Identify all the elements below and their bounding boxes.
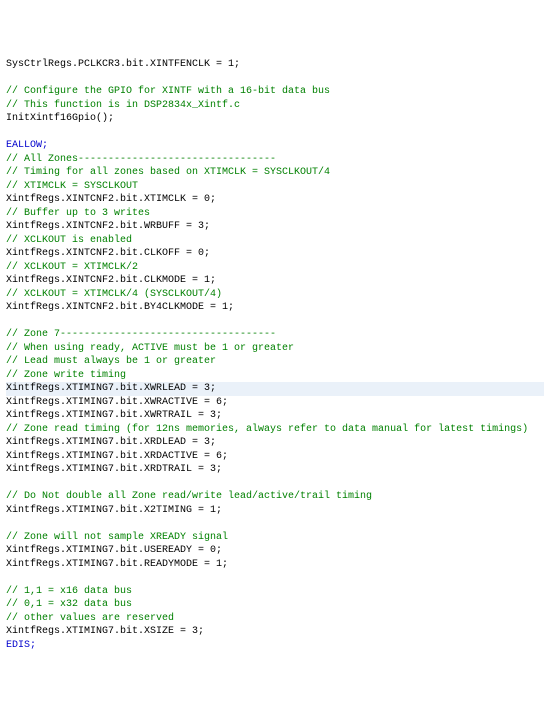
code-text [6, 518, 12, 529]
code-line: XintfRegs.XTIMING7.bit.XWRTRAIL = 3; [6, 409, 544, 423]
code-line: // Timing for all zones based on XTIMCLK… [6, 166, 544, 180]
keyword-text: EALLOW; [6, 140, 48, 151]
comment-text: // This function is in DSP2834x_Xintf.c [6, 100, 240, 111]
comment-text: // XCLKOUT is enabled [6, 235, 132, 246]
comment-text: // When using ready, ACTIVE must be 1 or… [6, 343, 294, 354]
code-line [6, 72, 544, 86]
code-line: InitXintf16Gpio(); [6, 112, 544, 126]
code-line: XintfRegs.XTIMING7.bit.XRDLEAD = 3; [6, 436, 544, 450]
code-line: XintfRegs.XTIMING7.bit.X2TIMING = 1; [6, 504, 544, 518]
code-line: // 1,1 = x16 data bus [6, 585, 544, 599]
code-line: // Zone 7-------------------------------… [6, 328, 544, 342]
comment-text: // Zone read timing (for 12ns memories, … [6, 424, 528, 435]
code-block: SysCtrlRegs.PCLKCR3.bit.XINTFENCLK = 1; … [6, 58, 544, 652]
code-line: XintfRegs.XINTCNF2.bit.BY4CLKMODE = 1; [6, 301, 544, 315]
code-line: EDIS; [6, 639, 544, 653]
code-line [6, 477, 544, 491]
code-line: // 0,1 = x32 data bus [6, 598, 544, 612]
code-line: XintfRegs.XTIMING7.bit.READYMODE = 1; [6, 558, 544, 572]
keyword-text: EDIS; [6, 640, 36, 651]
code-line: // other values are reserved [6, 612, 544, 626]
code-text: XintfRegs.XINTCNF2.bit.XTIMCLK = 0; [6, 194, 216, 205]
code-text: XintfRegs.XTIMING7.bit.X2TIMING = 1; [6, 505, 222, 516]
code-text [6, 127, 12, 138]
comment-text: // Buffer up to 3 writes [6, 208, 150, 219]
code-line: XintfRegs.XINTCNF2.bit.XTIMCLK = 0; [6, 193, 544, 207]
code-line [6, 315, 544, 329]
comment-text: // All Zones----------------------------… [6, 154, 276, 165]
code-text [6, 316, 12, 327]
code-line: SysCtrlRegs.PCLKCR3.bit.XINTFENCLK = 1; [6, 58, 544, 72]
code-text [6, 73, 12, 84]
code-line: // Configure the GPIO for XINTF with a 1… [6, 85, 544, 99]
code-text: XintfRegs.XTIMING7.bit.XSIZE = 3; [6, 626, 204, 637]
comment-text: // XTIMCLK = SYSCLKOUT [6, 181, 138, 192]
comment-text: // Do Not double all Zone read/write lea… [6, 491, 372, 502]
code-line: XintfRegs.XTIMING7.bit.XRDACTIVE = 6; [6, 450, 544, 464]
comment-text: // XCLKOUT = XTIMCLK/2 [6, 262, 138, 273]
code-line: // Lead must always be 1 or greater [6, 355, 544, 369]
comment-text: // 1,1 = x16 data bus [6, 586, 132, 597]
code-text: XintfRegs.XTIMING7.bit.XWRACTIVE = 6; [6, 397, 228, 408]
code-text: SysCtrlRegs.PCLKCR3.bit.XINTFENCLK = 1; [6, 59, 240, 70]
code-text: XintfRegs.XTIMING7.bit.XRDACTIVE = 6; [6, 451, 228, 462]
code-text: XintfRegs.XTIMING7.bit.XRDTRAIL = 3; [6, 464, 222, 475]
code-text: XintfRegs.XTIMING7.bit.XWRLEAD = 3; [6, 383, 216, 394]
code-line: // This function is in DSP2834x_Xintf.c [6, 99, 544, 113]
code-line: // Do Not double all Zone read/write lea… [6, 490, 544, 504]
comment-text: // Zone 7-------------------------------… [6, 329, 276, 340]
code-line: XintfRegs.XTIMING7.bit.XWRLEAD = 3; [6, 382, 544, 396]
code-line: XintfRegs.XTIMING7.bit.USEREADY = 0; [6, 544, 544, 558]
code-line: XintfRegs.XTIMING7.bit.XRDTRAIL = 3; [6, 463, 544, 477]
code-text: InitXintf16Gpio(); [6, 113, 114, 124]
code-text: XintfRegs.XINTCNF2.bit.CLKMODE = 1; [6, 275, 216, 286]
code-text: XintfRegs.XINTCNF2.bit.CLKOFF = 0; [6, 248, 210, 259]
code-line: // Zone write timing [6, 369, 544, 383]
code-line: // All Zones----------------------------… [6, 153, 544, 167]
code-line: // XCLKOUT = XTIMCLK/2 [6, 261, 544, 275]
code-text: XintfRegs.XTIMING7.bit.READYMODE = 1; [6, 559, 228, 570]
code-line: XintfRegs.XINTCNF2.bit.CLKMODE = 1; [6, 274, 544, 288]
code-line: XintfRegs.XINTCNF2.bit.CLKOFF = 0; [6, 247, 544, 261]
code-text: XintfRegs.XTIMING7.bit.USEREADY = 0; [6, 545, 222, 556]
code-line: XintfRegs.XTIMING7.bit.XWRACTIVE = 6; [6, 396, 544, 410]
code-line: XintfRegs.XINTCNF2.bit.WRBUFF = 3; [6, 220, 544, 234]
code-text: XintfRegs.XINTCNF2.bit.BY4CLKMODE = 1; [6, 302, 234, 313]
code-line [6, 126, 544, 140]
comment-text: // 0,1 = x32 data bus [6, 599, 132, 610]
code-line: // Zone will not sample XREADY signal [6, 531, 544, 545]
comment-text: // other values are reserved [6, 613, 174, 624]
comment-text: // Timing for all zones based on XTIMCLK… [6, 167, 330, 178]
code-line: XintfRegs.XTIMING7.bit.XSIZE = 3; [6, 625, 544, 639]
comment-text: // Configure the GPIO for XINTF with a 1… [6, 86, 330, 97]
code-line: // XCLKOUT = XTIMCLK/4 (SYSCLKOUT/4) [6, 288, 544, 302]
code-line: EALLOW; [6, 139, 544, 153]
code-line: // When using ready, ACTIVE must be 1 or… [6, 342, 544, 356]
comment-text: // Lead must always be 1 or greater [6, 356, 216, 367]
code-line: // Zone read timing (for 12ns memories, … [6, 423, 544, 437]
code-text: XintfRegs.XTIMING7.bit.XRDLEAD = 3; [6, 437, 216, 448]
comment-text: // Zone write timing [6, 370, 126, 381]
code-line: // Buffer up to 3 writes [6, 207, 544, 221]
code-line: // XTIMCLK = SYSCLKOUT [6, 180, 544, 194]
code-line [6, 517, 544, 531]
code-text: XintfRegs.XINTCNF2.bit.WRBUFF = 3; [6, 221, 210, 232]
comment-text: // XCLKOUT = XTIMCLK/4 (SYSCLKOUT/4) [6, 289, 222, 300]
code-text [6, 478, 12, 489]
code-text: XintfRegs.XTIMING7.bit.XWRTRAIL = 3; [6, 410, 222, 421]
comment-text: // Zone will not sample XREADY signal [6, 532, 228, 543]
code-line: // XCLKOUT is enabled [6, 234, 544, 248]
